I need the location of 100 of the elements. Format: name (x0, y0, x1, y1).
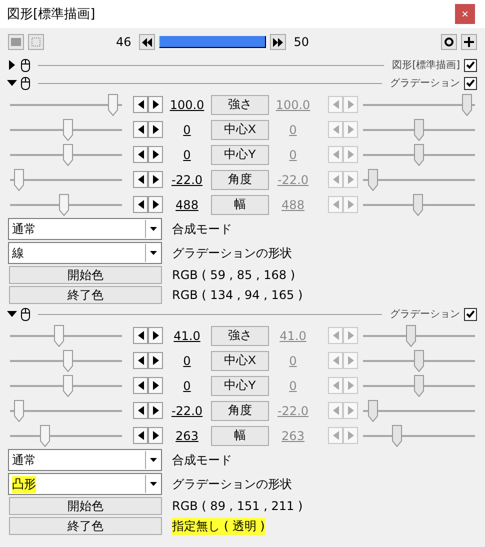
dropdown[interactable]: 線 (8, 242, 162, 264)
start-value[interactable]: 41.0 (163, 328, 211, 342)
close-button[interactable]: × (455, 4, 475, 24)
slider-thumb[interactable] (368, 400, 378, 422)
slider-thumb[interactable] (14, 168, 24, 190)
collapse-icon[interactable] (7, 78, 17, 88)
decrement-button[interactable] (133, 352, 148, 369)
slider-thumb[interactable] (108, 94, 118, 116)
increment-button[interactable] (148, 96, 163, 113)
start-value[interactable]: 263 (163, 428, 211, 442)
slider[interactable] (363, 400, 475, 422)
slider-thumb[interactable] (63, 118, 74, 140)
start-value[interactable]: -22.0 (163, 404, 211, 418)
decrement-button[interactable] (133, 427, 148, 444)
increment-button[interactable] (148, 196, 163, 213)
decrement-button[interactable] (133, 146, 148, 163)
decrement-button[interactable] (133, 327, 148, 344)
decrement-button[interactable] (133, 402, 148, 419)
start-value[interactable]: 0 (163, 378, 211, 392)
parameter-button[interactable]: 中心X (211, 120, 269, 140)
slider[interactable] (10, 400, 122, 422)
dropdown[interactable]: 凸形 (8, 473, 162, 495)
refresh-button[interactable] (441, 34, 457, 50)
slider-thumb[interactable] (14, 400, 24, 422)
color-button[interactable]: 終了色 (9, 286, 162, 304)
add-button[interactable] (461, 34, 477, 50)
slider-thumb[interactable] (414, 144, 424, 166)
slider[interactable] (10, 144, 122, 166)
increment-button[interactable] (148, 352, 163, 369)
decrement-button[interactable] (133, 171, 148, 188)
slider-thumb[interactable] (58, 194, 69, 216)
parameter-button[interactable]: 強さ (211, 94, 269, 114)
decrement-button[interactable] (133, 96, 148, 113)
start-value[interactable]: 100.0 (163, 98, 211, 112)
slider[interactable] (363, 118, 475, 140)
slider-thumb[interactable] (412, 194, 423, 216)
enable-checkbox[interactable] (464, 58, 477, 72)
fast-forward-button[interactable] (270, 34, 286, 50)
slider[interactable] (363, 374, 475, 396)
dropdown[interactable]: 通常 (8, 218, 162, 240)
slider[interactable] (363, 94, 475, 116)
slider[interactable] (10, 350, 122, 372)
parameter-button[interactable]: 中心Y (211, 144, 269, 164)
increment-button[interactable] (148, 121, 163, 138)
slider-thumb[interactable] (414, 350, 424, 372)
slider-thumb[interactable] (63, 144, 74, 166)
collapse-icon[interactable] (7, 309, 17, 319)
start-value[interactable]: 0 (163, 354, 211, 368)
slider-thumb[interactable] (406, 324, 416, 346)
parameter-button[interactable]: 強さ (211, 326, 269, 346)
parameter-button[interactable]: 幅 (211, 426, 269, 446)
slider-thumb[interactable] (63, 350, 74, 372)
parameter-button[interactable]: 角度 (211, 400, 269, 420)
frame-button[interactable] (28, 34, 44, 50)
parameter-button[interactable]: 中心Y (211, 376, 269, 396)
decrement-button[interactable] (133, 196, 148, 213)
slider[interactable] (363, 350, 475, 372)
decrement-button[interactable] (133, 377, 148, 394)
start-value[interactable]: 0 (163, 148, 211, 162)
slider-thumb[interactable] (63, 374, 74, 396)
parameter-button[interactable]: 幅 (211, 194, 269, 214)
slider[interactable] (363, 168, 475, 190)
slider[interactable] (363, 144, 475, 166)
slider-thumb[interactable] (462, 94, 472, 116)
increment-button[interactable] (148, 171, 163, 188)
color-button[interactable]: 終了色 (9, 517, 162, 535)
start-value[interactable]: 488 (163, 198, 211, 212)
slider[interactable] (10, 94, 122, 116)
increment-button[interactable] (148, 327, 163, 344)
camera-button[interactable] (8, 34, 24, 50)
slider[interactable] (10, 424, 122, 446)
increment-button[interactable] (148, 402, 163, 419)
slider-thumb[interactable] (414, 374, 424, 396)
slider-thumb[interactable] (414, 118, 424, 140)
increment-button[interactable] (148, 146, 163, 163)
start-value[interactable]: 0 (163, 122, 211, 136)
dropdown[interactable]: 通常 (8, 449, 162, 471)
parameter-button[interactable]: 中心X (211, 350, 269, 370)
slider-thumb[interactable] (368, 168, 378, 190)
increment-button[interactable] (148, 377, 163, 394)
slider-thumb[interactable] (40, 424, 50, 446)
slider[interactable] (10, 374, 122, 396)
enable-checkbox[interactable] (464, 308, 477, 320)
decrement-button[interactable] (133, 121, 148, 138)
slider[interactable] (363, 324, 475, 346)
slider[interactable] (363, 424, 475, 446)
color-button[interactable]: 開始色 (9, 266, 162, 284)
enable-checkbox[interactable] (464, 76, 477, 90)
expand-icon[interactable] (7, 60, 17, 70)
slider[interactable] (10, 194, 122, 216)
color-button[interactable]: 開始色 (9, 497, 162, 515)
start-value[interactable]: -22.0 (163, 172, 211, 186)
parameter-button[interactable]: 角度 (211, 170, 269, 190)
slider[interactable] (363, 194, 475, 216)
increment-button[interactable] (148, 427, 163, 444)
slider[interactable] (10, 324, 122, 346)
slider-thumb[interactable] (392, 424, 402, 446)
rewind-button[interactable] (139, 34, 156, 50)
slider[interactable] (10, 168, 122, 190)
slider[interactable] (10, 118, 122, 140)
